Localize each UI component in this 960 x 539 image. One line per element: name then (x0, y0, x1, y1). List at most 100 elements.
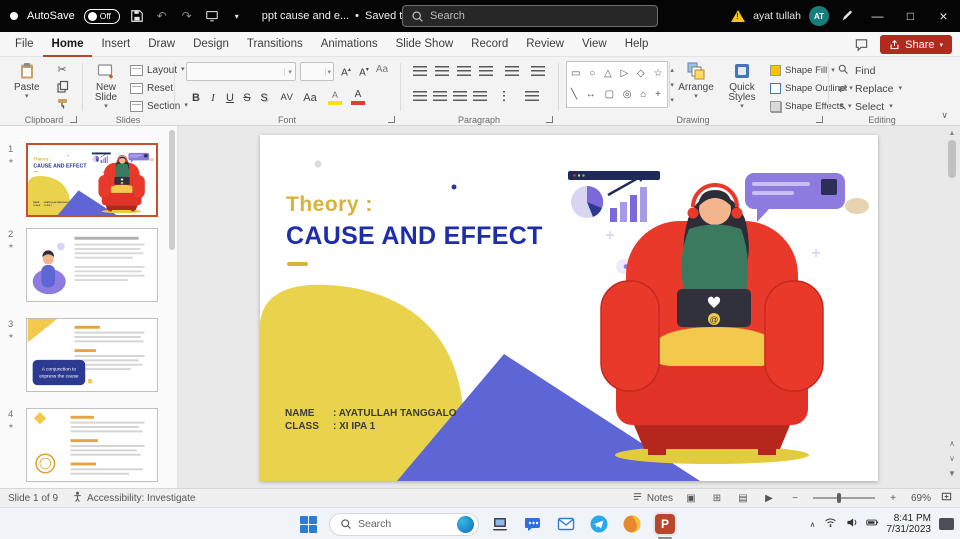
save-button[interactable] (129, 8, 145, 24)
slide-3-thumbnail[interactable]: A conjunction to express the cause (26, 318, 158, 392)
clipboard-dialog-launcher[interactable] (70, 116, 77, 123)
user-name[interactable]: ayat tullah (753, 10, 801, 22)
thumbnail-scrollbar[interactable] (169, 130, 175, 250)
titlebar-search[interactable] (402, 5, 658, 27)
replace-button[interactable]: ⇄ Replace ▾ (836, 81, 902, 96)
clear-formatting-button[interactable]: Aa (374, 61, 390, 79)
decrease-font-button[interactable]: A▾ (356, 61, 372, 79)
mail-icon[interactable] (554, 512, 578, 536)
taskbar-search[interactable] (329, 512, 479, 536)
share-button[interactable]: Share ▾ (880, 35, 952, 54)
maximize-button[interactable]: □ (894, 0, 927, 32)
avatar[interactable]: AT (809, 6, 829, 26)
qat-customize-button[interactable]: ▾ (229, 8, 245, 24)
tab-design[interactable]: Design (184, 32, 238, 57)
bullets-button[interactable] (410, 62, 430, 80)
reset-button[interactable]: Reset (130, 80, 173, 96)
find-button[interactable]: Find (836, 63, 875, 78)
slide-1-thumbnail[interactable]: @ Theory : CAUSE AND EFFECT NAME: AYATUL… (26, 143, 158, 217)
select-button[interactable]: ↖ Select ▾ (836, 99, 892, 114)
volume-icon[interactable] (845, 516, 858, 532)
collapse-ribbon-button[interactable]: ∨ (941, 110, 948, 121)
author-block[interactable]: NAME: AYATULLAH TANGGALO CLASS: XI IPA 1 (33, 201, 69, 207)
bold-button[interactable]: B (188, 89, 204, 107)
slide-indicator[interactable]: Slide 1 of 9 (8, 493, 58, 504)
wifi-icon[interactable] (824, 516, 837, 532)
slide-4-thumbnail[interactable] (26, 408, 158, 482)
text-shadow-button[interactable]: S (256, 89, 272, 107)
increase-indent-button[interactable] (476, 62, 496, 80)
arrange-button[interactable]: Arrange ▾ (676, 60, 716, 100)
minimize-button[interactable]: — (861, 0, 894, 32)
align-right-button[interactable] (450, 87, 470, 105)
slideshow-button[interactable]: ▶ (761, 493, 777, 504)
italic-button[interactable]: I (205, 89, 221, 107)
tab-view[interactable]: View (573, 32, 616, 57)
character-spacing-button[interactable]: AV (276, 89, 298, 107)
justify-button[interactable] (470, 87, 490, 105)
browser-icon[interactable] (620, 512, 644, 536)
notes-button[interactable]: Notes (632, 491, 673, 505)
close-button[interactable]: × (927, 0, 960, 32)
shapes-row-2[interactable]: ╲ ↔ ▢ ◎ ⌂ + (571, 89, 665, 101)
start-button[interactable] (296, 512, 320, 536)
tab-draw[interactable]: Draw (139, 32, 184, 57)
font-dialog-launcher[interactable] (388, 116, 395, 123)
reading-view-button[interactable]: ▤ (735, 493, 751, 504)
tab-record[interactable]: Record (462, 32, 517, 57)
touch-mode-button[interactable] (204, 8, 220, 24)
cut-button[interactable]: ✂ (52, 61, 72, 77)
drawing-dialog-launcher[interactable] (816, 116, 823, 123)
line-spacing-button[interactable] (528, 62, 548, 80)
font-size-input[interactable] (301, 66, 325, 77)
quick-styles-button[interactable]: Quick Styles ▾ (720, 60, 764, 110)
canvas-scrollbar[interactable]: ▲ ∧ ∨ ▼ (946, 130, 958, 482)
tab-file[interactable]: File (6, 32, 43, 57)
powerpoint-taskbar-icon[interactable]: P (653, 512, 677, 539)
zoom-in-button[interactable]: + (885, 493, 901, 504)
battery-icon[interactable] (865, 516, 879, 532)
normal-view-button[interactable]: ▣ (683, 493, 699, 504)
new-slide-button[interactable]: New Slide ▾ (86, 60, 126, 110)
scrollbar-thumb[interactable] (948, 140, 956, 178)
zoom-out-button[interactable]: − (787, 493, 803, 504)
decrease-indent-button[interactable] (454, 62, 474, 80)
scroll-up-button[interactable]: ▲ (949, 130, 956, 137)
hidden-icons-chevron[interactable]: ∧ (810, 520, 816, 529)
undo-button[interactable]: ↶ (154, 8, 170, 24)
columns-button[interactable] (496, 87, 516, 105)
tab-transitions[interactable]: Transitions (238, 32, 312, 57)
slide-title[interactable]: CAUSE AND EFFECT (33, 163, 86, 169)
slide-sorter-view-button[interactable]: ⊞ (709, 493, 725, 504)
next-slide-button[interactable]: ∨ (949, 454, 955, 463)
author-block[interactable]: NAME: AYATULLAH TANGGALO CLASS: XI IPA 1 (285, 407, 457, 433)
tab-slide-show[interactable]: Slide Show (387, 32, 463, 57)
shape-fill-button[interactable]: Shape Fill ▾ (770, 63, 835, 78)
font-size-combo[interactable]: ▾ (300, 62, 334, 81)
previous-slide-button[interactable]: ∧ (949, 439, 955, 448)
scroll-down-button[interactable]: ▼ (948, 469, 956, 478)
file-explorer-icon[interactable] (488, 512, 512, 536)
slide-title[interactable]: CAUSE AND EFFECT (286, 222, 543, 251)
fit-to-window-button[interactable] (941, 491, 952, 505)
shapes-row-1[interactable]: ▭ ○ △ ▷ ◇ ☆ (571, 68, 665, 80)
comments-button[interactable] (850, 35, 872, 55)
align-left-button[interactable] (410, 87, 430, 105)
copy-button[interactable] (52, 78, 72, 94)
shapes-gallery[interactable]: ▭ ○ △ ▷ ◇ ☆ ╲ ↔ ▢ ◎ ⌂ + ▴ ▾ ▾ (566, 61, 674, 108)
strikethrough-button[interactable]: S (239, 89, 255, 107)
titlebar-search-input[interactable] (430, 10, 630, 22)
taskbar-search-input[interactable] (358, 518, 444, 530)
touch-keyboard-icon[interactable] (939, 518, 954, 530)
zoom-slider[interactable] (812, 493, 875, 503)
font-name-input[interactable] (187, 66, 285, 77)
teams-chat-icon[interactable] (521, 512, 545, 536)
redo-button[interactable]: ↷ (179, 8, 195, 24)
shapes-scroll-up[interactable]: ▴ (670, 66, 674, 74)
slide-pretitle[interactable]: Theory : (286, 193, 373, 217)
font-color-button[interactable]: A (349, 89, 367, 107)
change-case-button[interactable]: Aa (300, 89, 320, 107)
accessibility-status[interactable]: Accessibility: Investigate (72, 491, 195, 505)
shapes-more-button[interactable]: ▾ (670, 96, 674, 104)
inking-button[interactable] (839, 8, 855, 24)
